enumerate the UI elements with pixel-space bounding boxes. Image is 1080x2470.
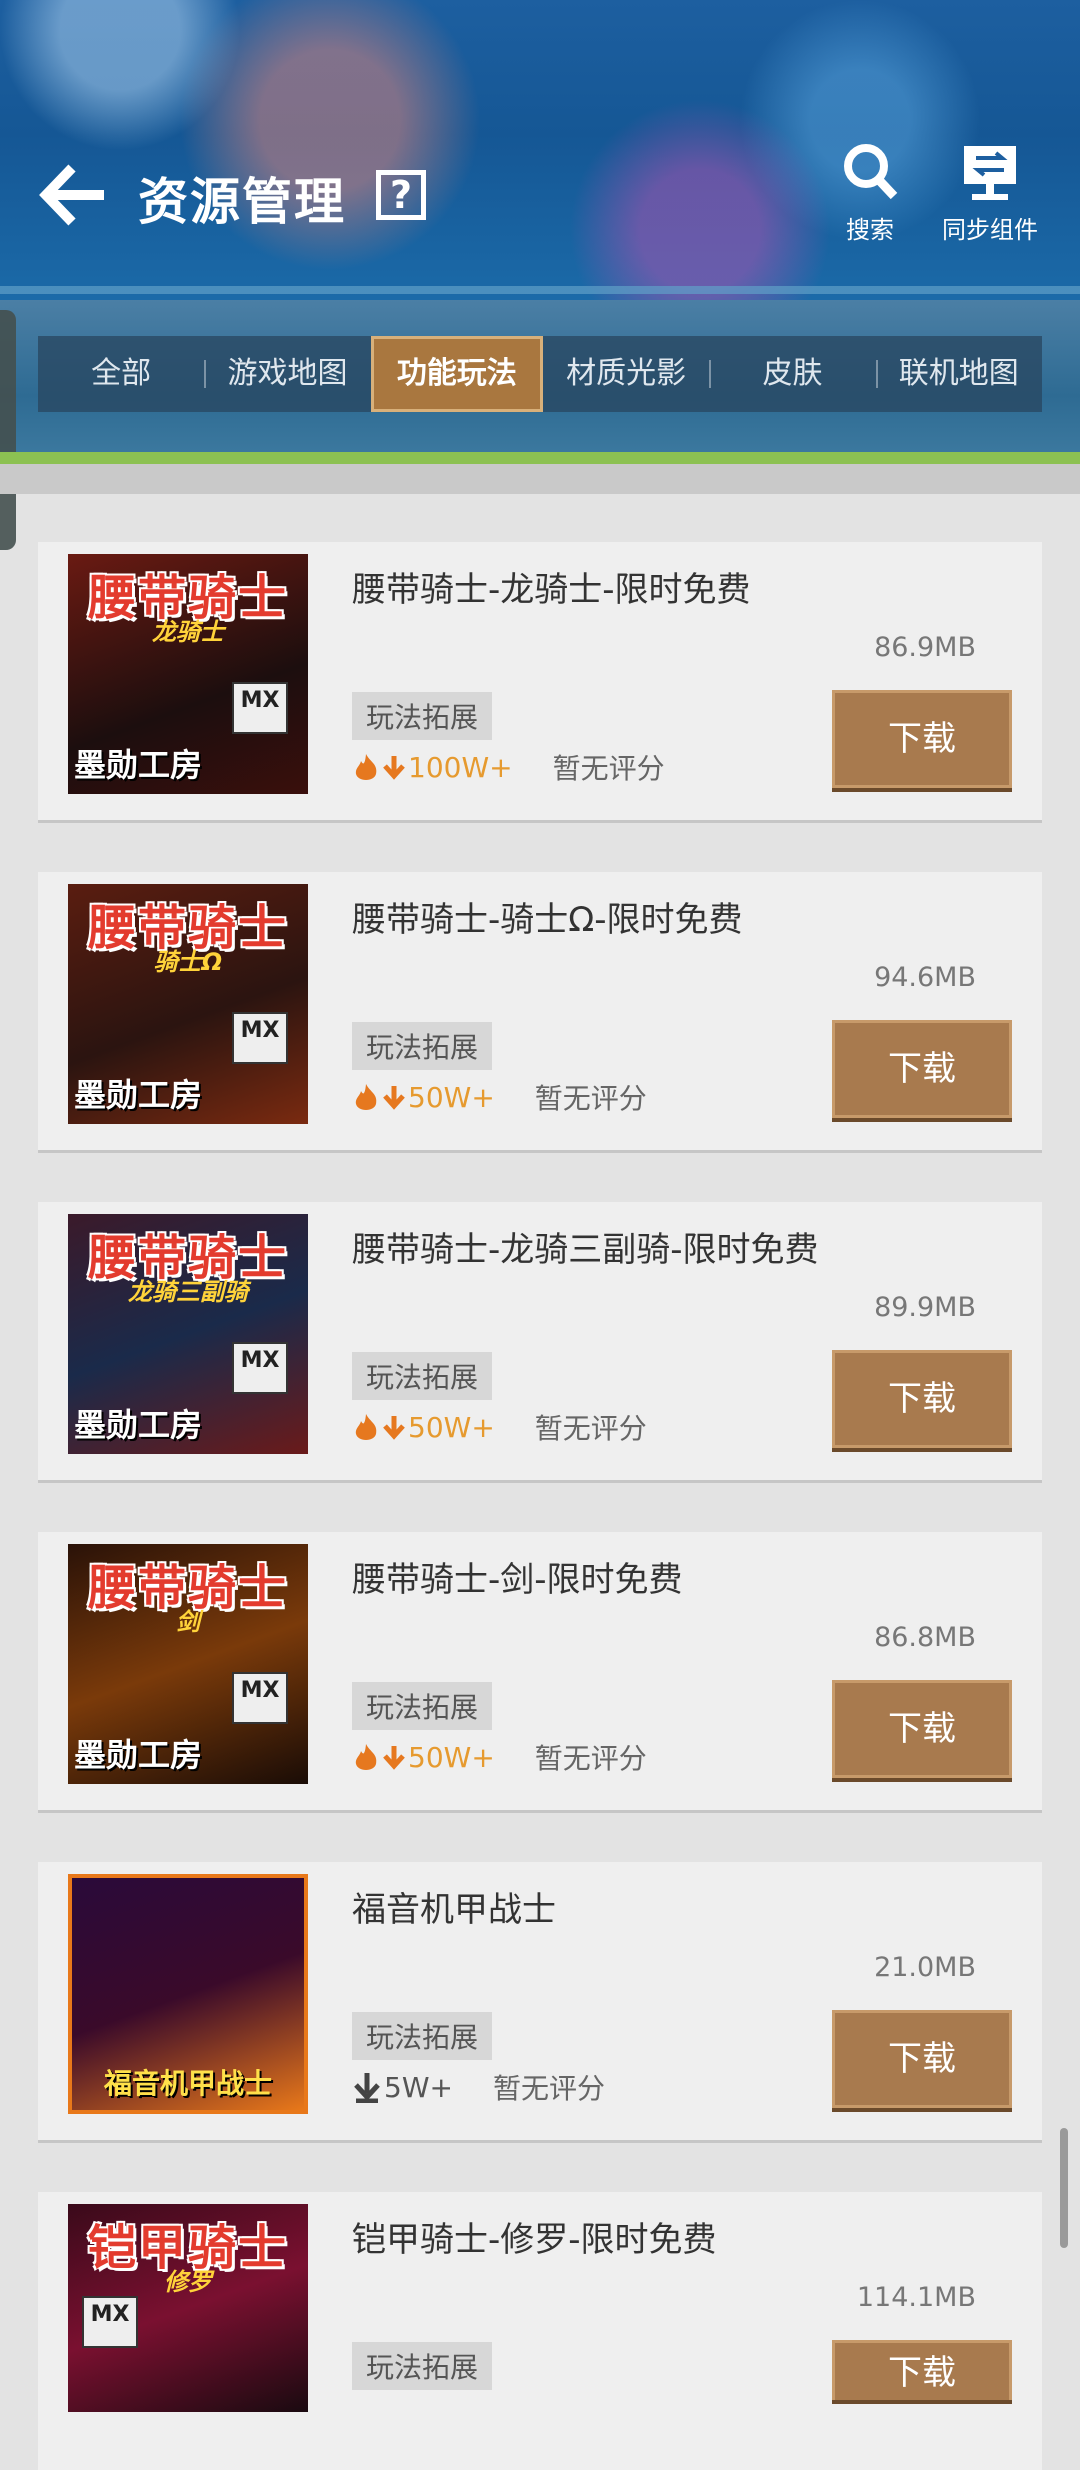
- rating-text: 暂无评分: [534, 1082, 647, 1115]
- search-icon: [844, 144, 898, 200]
- rating-text: 暂无评分: [492, 2072, 605, 2105]
- hot-flame-icon: [355, 754, 377, 780]
- thumb-subtitle: 骑士Ω: [153, 948, 223, 976]
- download-count: 50W+: [408, 1740, 495, 1774]
- rating-text: 暂无评分: [552, 752, 665, 785]
- download-count: 50W+: [408, 1080, 495, 1114]
- file-size: 21.0MB: [874, 1952, 976, 1983]
- category-tag: 玩法拓展: [352, 1352, 493, 1400]
- resource-thumbnail: 腰带骑士 龙骑三副骑 MX 墨勋工房: [68, 1214, 308, 1454]
- download-button[interactable]: 下载: [832, 2340, 1012, 2400]
- hot-flame-icon: [355, 1744, 377, 1770]
- side-drawer-handle[interactable]: [0, 310, 16, 550]
- file-size: 89.9MB: [874, 1292, 976, 1323]
- sync-monitor-icon: [964, 146, 1016, 200]
- download-button[interactable]: 下载: [832, 690, 1012, 788]
- download-count: 50W+: [408, 1410, 495, 1444]
- download-button[interactable]: 下载: [832, 1680, 1012, 1778]
- search-button[interactable]: 搜索: [805, 140, 935, 245]
- studio-logo: 墨勋工房: [74, 1076, 203, 1114]
- sync-label: 同步组件: [942, 216, 1038, 244]
- rating-text: 暂无评分: [534, 1742, 647, 1775]
- mx-badge: MX: [232, 1672, 288, 1724]
- thumb-caption: 福音机甲战士: [103, 2067, 272, 2100]
- category-tag: 玩法拓展: [352, 2012, 493, 2060]
- back-arrow-icon[interactable]: [38, 160, 108, 230]
- thumb-subtitle: 龙骑士: [152, 618, 224, 646]
- resource-title: 福音机甲战士: [352, 1890, 556, 1930]
- header-divider: [0, 286, 1080, 294]
- resource-thumbnail: 福音机甲战士: [68, 1874, 308, 2114]
- list-top-shadow: [0, 464, 1080, 494]
- mx-badge: MX: [232, 1342, 288, 1394]
- file-size: 114.1MB: [856, 2282, 976, 2313]
- resource-card[interactable]: 腰带骑士 剑 MX 墨勋工房 腰带骑士-剑-限时免费 86.8MB 玩法拓展 5…: [38, 1532, 1042, 1810]
- studio-logo: 墨勋工房: [74, 1406, 203, 1444]
- sync-components-button[interactable]: 同步组件: [925, 140, 1055, 245]
- download-arrow-icon: [383, 1746, 405, 1770]
- resource-thumbnail: 腰带骑士 龙骑士 MX 墨勋工房: [68, 554, 308, 794]
- thumb-subtitle: 剑: [176, 1608, 200, 1636]
- mx-badge: MX: [82, 2296, 138, 2348]
- tab-game-maps[interactable]: 游戏地图: [204, 336, 370, 412]
- rating-text: 暂无评分: [534, 1412, 647, 1445]
- resource-thumbnail: 腰带骑士 骑士Ω MX 墨勋工房: [68, 884, 308, 1124]
- hot-flame-icon: [355, 1414, 377, 1440]
- resource-title: 腰带骑士-龙骑士-限时免费: [352, 570, 751, 610]
- resource-title: 腰带骑士-骑士Ω-限时免费: [352, 900, 743, 940]
- download-stats: 50W+ 暂无评分: [352, 1407, 647, 1447]
- tab-all[interactable]: 全部: [38, 336, 204, 412]
- tab-gameplay[interactable]: 功能玩法: [370, 336, 543, 412]
- hot-flame-icon: [355, 1084, 377, 1110]
- header-bar: 资源管理 ? 搜索 同步组件: [0, 0, 1080, 300]
- resource-card[interactable]: 腰带骑士 龙骑三副骑 MX 墨勋工房 腰带骑士-龙骑三副骑-限时免费 89.9M…: [38, 1202, 1042, 1480]
- tab-textures[interactable]: 材质光影: [543, 336, 709, 412]
- resource-thumbnail: 铠甲骑士 修罗 MX: [68, 2204, 308, 2412]
- resource-title: 铠甲骑士-修罗-限时免费: [352, 2220, 717, 2260]
- tab-skins[interactable]: 皮肤: [709, 336, 875, 412]
- category-tag: 玩法拓展: [352, 692, 493, 740]
- scrollbar[interactable]: [1060, 2128, 1068, 2248]
- resource-card[interactable]: 福音机甲战士 福音机甲战士 21.0MB 玩法拓展 5W+ 暂无评分 下载: [38, 1862, 1042, 2140]
- file-size: 94.6MB: [874, 962, 976, 993]
- file-size: 86.8MB: [874, 1622, 976, 1653]
- download-arrow-icon: [383, 1416, 405, 1440]
- download-count: 100W+: [408, 750, 513, 784]
- mx-badge: MX: [232, 1012, 288, 1064]
- page-title: 资源管理: [138, 173, 346, 231]
- studio-logo: 墨勋工房: [74, 746, 203, 784]
- thumb-subtitle: 修罗: [164, 2268, 212, 2296]
- download-arrow-icon: [383, 756, 405, 780]
- download-button[interactable]: 下载: [832, 2010, 1012, 2108]
- category-tag: 玩法拓展: [352, 1022, 493, 1070]
- mx-badge: MX: [232, 682, 288, 734]
- download-arrow-icon: [383, 1086, 405, 1110]
- download-arrow-icon: [354, 2073, 380, 2103]
- download-button[interactable]: 下载: [832, 1020, 1012, 1118]
- tabs-underline: [0, 452, 1080, 464]
- resource-card[interactable]: 铠甲骑士 修罗 MX 铠甲骑士-修罗-限时免费 114.1MB 玩法拓展 下载: [38, 2192, 1042, 2470]
- studio-logo: 墨勋工房: [74, 1736, 203, 1774]
- download-stats: 5W+ 暂无评分: [352, 2067, 605, 2107]
- help-button[interactable]: ?: [376, 170, 426, 220]
- download-stats: 100W+ 暂无评分: [352, 747, 665, 787]
- download-stats: 50W+ 暂无评分: [352, 1077, 647, 1117]
- download-button[interactable]: 下载: [832, 1350, 1012, 1448]
- search-label: 搜索: [846, 216, 894, 244]
- category-tag: 玩法拓展: [352, 2342, 493, 2390]
- download-stats: 50W+ 暂无评分: [352, 1737, 647, 1777]
- tab-multiplayer-maps[interactable]: 联机地图: [875, 336, 1042, 412]
- category-tag: 玩法拓展: [352, 1682, 493, 1730]
- resource-title: 腰带骑士-剑-限时免费: [352, 1560, 683, 1600]
- resource-title: 腰带骑士-龙骑三副骑-限时免费: [352, 1230, 819, 1270]
- thumb-subtitle: 龙骑三副骑: [128, 1278, 248, 1306]
- category-tabs: 全部 游戏地图 功能玩法 材质光影 皮肤 联机地图: [38, 336, 1042, 412]
- resource-card[interactable]: 腰带骑士 骑士Ω MX 墨勋工房 腰带骑士-骑士Ω-限时免费 94.6MB 玩法…: [38, 872, 1042, 1150]
- resource-thumbnail: 腰带骑士 剑 MX 墨勋工房: [68, 1544, 308, 1784]
- download-count: 5W+: [384, 2070, 453, 2104]
- file-size: 86.9MB: [874, 632, 976, 663]
- resource-card[interactable]: 腰带骑士 龙骑士 MX 墨勋工房 腰带骑士-龙骑士-限时免费 86.9MB 玩法…: [38, 542, 1042, 820]
